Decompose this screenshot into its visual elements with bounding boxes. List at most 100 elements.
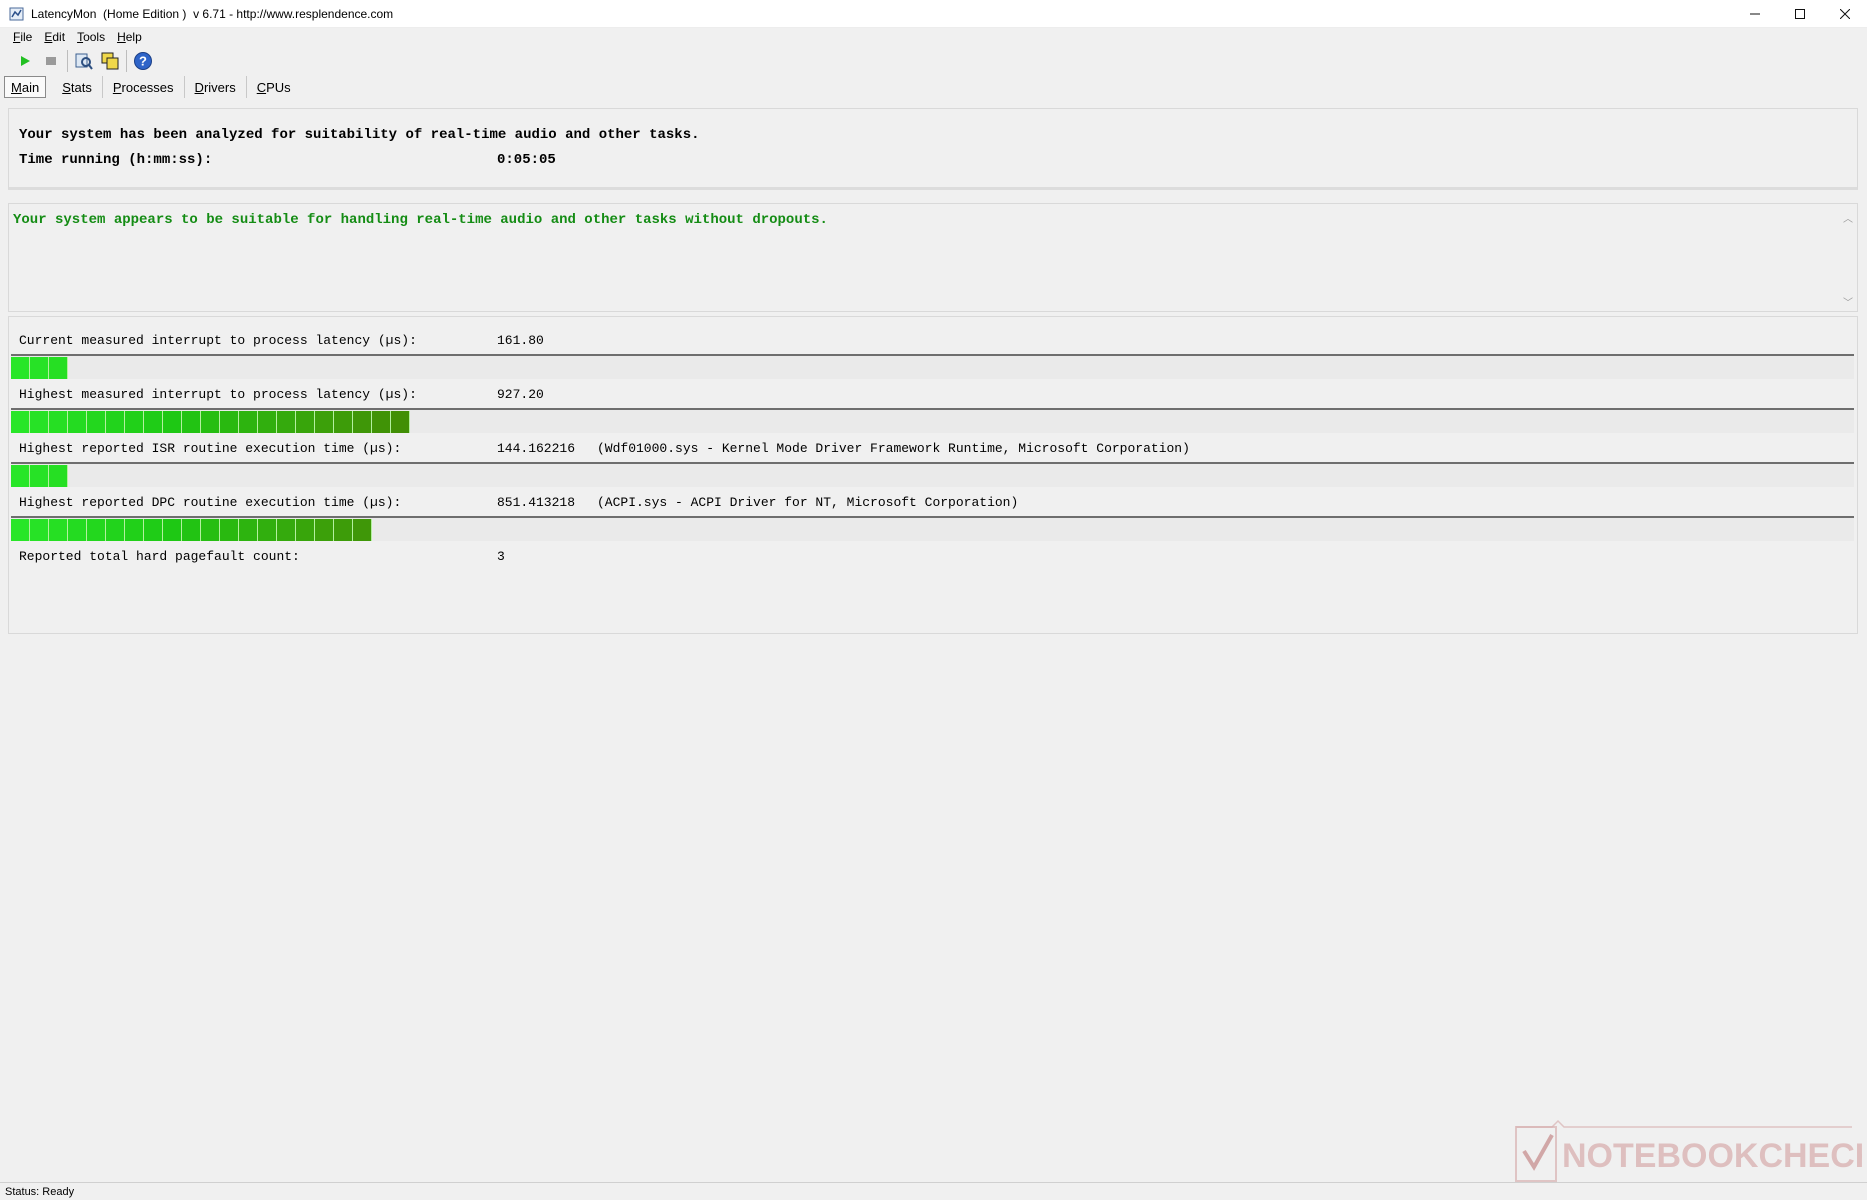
current-latency-bar bbox=[11, 354, 1854, 379]
status-bar: Status: Ready bbox=[0, 1182, 1867, 1200]
latencymon-app-icon bbox=[9, 6, 25, 22]
svg-text:?: ? bbox=[139, 54, 147, 69]
isr-time-label: Highest reported ISR routine execution t… bbox=[19, 441, 402, 456]
bar-segment bbox=[11, 465, 30, 487]
windows-button[interactable] bbox=[97, 48, 123, 74]
watermark-text: NOTEBOOKCHECK bbox=[1562, 1137, 1862, 1175]
bar-segment bbox=[68, 519, 87, 541]
current-latency-label: Current measured interrupt to process la… bbox=[19, 333, 417, 348]
stop-icon bbox=[46, 57, 56, 65]
highest-latency-label: Highest measured interrupt to process la… bbox=[19, 387, 417, 402]
tab-cpus[interactable]: C PUs bbox=[247, 76, 301, 98]
bar-segment bbox=[220, 519, 239, 541]
highest-latency-bar bbox=[11, 408, 1854, 433]
bar-segment bbox=[144, 411, 163, 433]
bar-segment bbox=[11, 357, 30, 379]
tab-processes[interactable]: Processes bbox=[103, 76, 185, 98]
bar-segment bbox=[277, 411, 296, 433]
bar-segment bbox=[220, 411, 239, 433]
bar-segment bbox=[372, 411, 391, 433]
status-text: Status: Ready bbox=[5, 1185, 75, 1198]
bar-segment bbox=[353, 411, 372, 433]
bar-segment bbox=[334, 411, 353, 433]
bar-segment bbox=[30, 465, 49, 487]
current-latency-value: 161.80 bbox=[497, 333, 544, 348]
bar-segment bbox=[182, 411, 201, 433]
current-latency-bar-fill bbox=[11, 357, 68, 379]
help-icon: ? bbox=[134, 52, 152, 70]
help-button[interactable]: ? bbox=[130, 48, 156, 74]
toolbar-separator bbox=[126, 50, 127, 72]
pagefault-count-value: 3 bbox=[497, 549, 505, 564]
verdict-text: Your system appears to be suitable for h… bbox=[13, 212, 828, 228]
bar-segment bbox=[315, 519, 334, 541]
minimize-button[interactable] bbox=[1732, 0, 1777, 28]
highest-latency-value: 927.20 bbox=[497, 387, 544, 402]
isr-time-value: 144.162216 bbox=[497, 441, 576, 456]
time-running-value: 0:05:05 bbox=[497, 152, 556, 168]
isr-driver-note: (Wdf01000.sys - Kernel Mode Driver Frame… bbox=[597, 441, 1190, 456]
bar-segment bbox=[163, 411, 182, 433]
highest-latency-bar-fill bbox=[11, 411, 410, 433]
bar-segment bbox=[296, 519, 315, 541]
dpc-time-label: Highest reported DPC routine execution t… bbox=[19, 495, 402, 510]
analysis-summary-text: Your system has been analyzed for suitab… bbox=[19, 127, 700, 143]
bar-segment bbox=[201, 519, 220, 541]
bar-segment bbox=[296, 411, 315, 433]
bar-segment bbox=[106, 519, 125, 541]
menu-file[interactable]: File bbox=[0, 30, 38, 44]
bar-segment bbox=[144, 519, 163, 541]
bar-segment bbox=[125, 411, 144, 433]
stop-monitoring-button[interactable] bbox=[38, 48, 64, 74]
isr-time-bar-fill bbox=[11, 465, 68, 487]
toolbar-separator bbox=[67, 50, 68, 72]
dpc-time-value: 851.413218 bbox=[497, 495, 576, 510]
play-icon bbox=[21, 56, 30, 66]
bar-segment bbox=[11, 519, 30, 541]
dpc-time-bar-fill bbox=[11, 519, 372, 541]
scroll-down-arrow-icon[interactable]: ﹀ bbox=[1843, 294, 1853, 309]
report-button[interactable] bbox=[71, 48, 97, 74]
bar-segment bbox=[30, 357, 49, 379]
menu-bar: File Edit Tools Help bbox=[0, 28, 1867, 46]
time-running-label: Time running (h:mm:ss): bbox=[19, 152, 213, 168]
bar-segment bbox=[277, 519, 296, 541]
bar-segment bbox=[391, 411, 410, 433]
menu-tools[interactable]: Tools bbox=[71, 30, 111, 44]
verdict-panel: Your system appears to be suitable for h… bbox=[8, 203, 1858, 312]
bar-segment bbox=[11, 411, 30, 433]
bar-segment bbox=[258, 411, 277, 433]
bar-segment bbox=[239, 411, 258, 433]
bar-segment bbox=[68, 411, 87, 433]
tab-main[interactable]: Main bbox=[4, 76, 47, 98]
bar-segment bbox=[182, 519, 201, 541]
bar-segment bbox=[315, 411, 334, 433]
bar-segment bbox=[87, 519, 106, 541]
bar-segment bbox=[258, 519, 277, 541]
bar-segment bbox=[30, 411, 49, 433]
bar-segment bbox=[49, 465, 68, 487]
menu-edit[interactable]: Edit bbox=[38, 30, 71, 44]
bar-segment bbox=[239, 519, 258, 541]
bar-segment bbox=[353, 519, 372, 541]
bar-segment bbox=[334, 519, 353, 541]
bar-segment bbox=[49, 519, 68, 541]
maximize-button[interactable] bbox=[1777, 0, 1822, 28]
summary-panel: Your system has been analyzed for suitab… bbox=[8, 108, 1858, 190]
dpc-time-bar bbox=[11, 516, 1854, 541]
scroll-up-arrow-icon[interactable]: ︿ bbox=[1843, 210, 1853, 225]
tab-drivers[interactable]: Drivers bbox=[185, 76, 247, 98]
close-button[interactable] bbox=[1822, 0, 1867, 28]
tab-stats[interactable]: Stats bbox=[52, 76, 103, 98]
bar-segment bbox=[87, 411, 106, 433]
notebookcheck-watermark: NOTEBOOKCHECK bbox=[1512, 1117, 1867, 1187]
bar-segment bbox=[49, 411, 68, 433]
menu-help[interactable]: Help bbox=[111, 30, 148, 44]
title-bar: LatencyMon (Home Edition ) v 6.71 - http… bbox=[0, 0, 1867, 28]
bar-segment bbox=[125, 519, 144, 541]
tab-strip: Main Stats Processes Drivers C PUs bbox=[4, 75, 301, 99]
bar-segment bbox=[201, 411, 220, 433]
start-monitoring-button[interactable] bbox=[12, 48, 38, 74]
dpc-driver-note: (ACPI.sys - ACPI Driver for NT, Microsof… bbox=[597, 495, 1019, 510]
window-title: LatencyMon (Home Edition ) v 6.71 - http… bbox=[31, 6, 394, 21]
